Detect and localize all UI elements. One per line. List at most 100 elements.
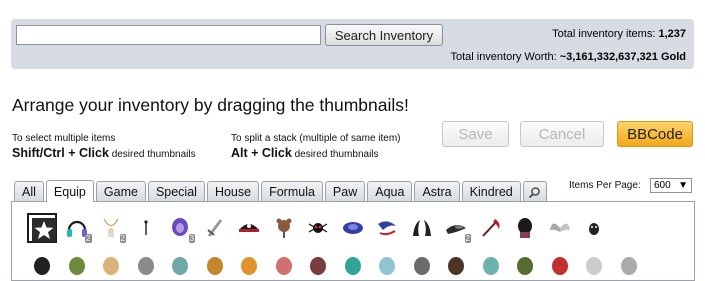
- inventory-toolbar: Search Inventory Total inventory items: …: [11, 19, 694, 69]
- item-thumbnail-icon: [517, 257, 533, 275]
- tab-game[interactable]: Game: [95, 181, 146, 202]
- inventory-thumbnail[interactable]: [510, 213, 540, 243]
- split-stack-keys: Alt + Click: [231, 146, 292, 160]
- item-thumbnail-icon: [137, 257, 154, 275]
- item-thumbnail-icon: [68, 257, 85, 275]
- sword-icon: [206, 219, 222, 237]
- inventory-thumbnail[interactable]: [545, 251, 575, 281]
- stack-count-badge: 2: [119, 234, 126, 243]
- inventory-thumbnail[interactable]: [372, 213, 402, 243]
- magnifier-icon: [529, 186, 541, 198]
- red-scythe-icon: [481, 219, 499, 237]
- grey-wings-icon: [549, 223, 570, 232]
- category-tabs: All Equip Game Special House Formula Paw…: [14, 180, 549, 202]
- total-items-stat: Total inventory items: 1,237: [552, 28, 686, 40]
- split-stack-tip-line: To split a stack: [231, 133, 297, 144]
- tab-paw[interactable]: Paw: [324, 181, 366, 202]
- inventory-thumbnail[interactable]: [131, 213, 161, 243]
- inventory-thumbnail[interactable]: [372, 251, 402, 281]
- total-worth-stat: Total inventory Worth: ~3,161,332,637,32…: [450, 51, 686, 63]
- tab-search[interactable]: [522, 181, 547, 202]
- inventory-thumbnail[interactable]: [545, 213, 575, 243]
- item-thumbnail-icon: [241, 257, 257, 275]
- item-thumbnail-icon: [103, 257, 119, 275]
- stack-count-badge: 3: [188, 234, 195, 243]
- inventory-thumbnail[interactable]: [62, 251, 92, 281]
- inventory-thumbnail[interactable]: 2: [62, 213, 92, 243]
- tab-aqua[interactable]: Aqua: [367, 181, 413, 202]
- multi-select-keys: Shift/Ctrl + Click: [12, 146, 109, 160]
- inventory-thumbnail[interactable]: [165, 251, 195, 281]
- inventory-thumbnail[interactable]: [579, 213, 609, 243]
- inventory-thumbnail[interactable]: 3: [165, 213, 195, 243]
- inventory-thumbnail[interactable]: [407, 213, 437, 243]
- item-thumbnail-icon: [34, 257, 50, 275]
- inventory-thumbnail[interactable]: [27, 251, 57, 281]
- item-thumbnail-icon: [379, 257, 395, 275]
- item-thumbnail-icon: [620, 257, 637, 275]
- blue-tail-icon: [378, 221, 396, 236]
- inventory-thumbnail[interactable]: [131, 251, 161, 281]
- inventory-thumbnail[interactable]: [510, 251, 540, 281]
- inventory-thumbnail[interactable]: [234, 213, 264, 243]
- bbcode-button[interactable]: BBCode: [617, 121, 693, 147]
- inventory-thumbnail[interactable]: [441, 251, 471, 281]
- total-items-value: 1,237: [658, 28, 686, 40]
- spider-icon: [308, 223, 328, 233]
- items-per-page-label: Items Per Page:: [569, 180, 641, 191]
- blue-creature-icon: [342, 222, 363, 234]
- split-stack-tip: To split a stack (multiple of same item)…: [231, 131, 401, 162]
- inventory-thumbnail[interactable]: 2: [441, 213, 471, 243]
- star-icon: [32, 218, 56, 242]
- stack-count-badge: 2: [464, 234, 471, 243]
- inventory-thumbnail[interactable]: [303, 213, 333, 243]
- inventory-thumbnail[interactable]: [200, 213, 230, 243]
- inventory-grid: 2 2 3 2: [11, 201, 695, 281]
- multi-select-tip-line: To select multiple items: [12, 133, 116, 144]
- inventory-thumbnail[interactable]: [338, 251, 368, 281]
- tab-house[interactable]: House: [206, 181, 260, 202]
- dark-hair-icon: [518, 218, 532, 238]
- small-creature-icon: [589, 223, 599, 235]
- items-per-page-select[interactable]: 600 ▼: [650, 178, 692, 193]
- tab-astra[interactable]: Astra: [414, 181, 460, 202]
- tab-kindred[interactable]: Kindred: [461, 181, 521, 202]
- page-heading: Arrange your inventory by dragging the t…: [12, 95, 409, 115]
- inventory-thumbnail[interactable]: [338, 213, 368, 243]
- multi-select-rest: desired thumbnails: [111, 149, 196, 160]
- inventory-thumbnail[interactable]: [200, 251, 230, 281]
- inventory-thumbnail[interactable]: [303, 251, 333, 281]
- bear-plush-icon: [276, 218, 291, 238]
- tab-special[interactable]: Special: [147, 181, 205, 202]
- item-thumbnail-icon: [551, 257, 568, 275]
- inventory-thumbnail[interactable]: [614, 251, 644, 281]
- items-per-page-value: 600: [654, 180, 671, 191]
- black-horns-icon: [412, 220, 431, 236]
- inventory-thumbnail[interactable]: [269, 213, 299, 243]
- inventory-thumbnail[interactable]: [234, 251, 264, 281]
- save-button[interactable]: Save: [442, 121, 509, 147]
- inventory-thumbnail[interactable]: [476, 251, 506, 281]
- item-thumbnail-icon: [172, 257, 188, 275]
- pin-icon: [143, 220, 148, 235]
- inventory-thumbnail[interactable]: [27, 213, 57, 243]
- inventory-thumbnail[interactable]: [407, 251, 437, 281]
- cancel-button[interactable]: Cancel: [520, 121, 604, 147]
- search-inventory-button[interactable]: Search Inventory: [325, 24, 443, 46]
- inventory-thumbnail[interactable]: [579, 251, 609, 281]
- split-stack-rest: desired thumbnails: [294, 149, 379, 160]
- item-thumbnail-icon: [448, 257, 464, 275]
- item-thumbnail-icon: [206, 257, 223, 275]
- tab-equip[interactable]: Equip: [45, 180, 94, 202]
- tab-formula[interactable]: Formula: [261, 181, 323, 202]
- inventory-thumbnail[interactable]: [476, 213, 506, 243]
- pirate-hat-icon: [239, 224, 259, 232]
- search-input[interactable]: [16, 25, 321, 45]
- inventory-thumbnail[interactable]: 2: [96, 213, 126, 243]
- item-thumbnail-icon: [586, 257, 602, 275]
- inventory-thumbnail[interactable]: [96, 251, 126, 281]
- inventory-thumbnail[interactable]: [269, 251, 299, 281]
- stack-count-badge: 2: [85, 234, 92, 243]
- tab-all[interactable]: All: [14, 181, 44, 202]
- total-worth-value: ~3,161,332,637,321 Gold: [559, 51, 686, 63]
